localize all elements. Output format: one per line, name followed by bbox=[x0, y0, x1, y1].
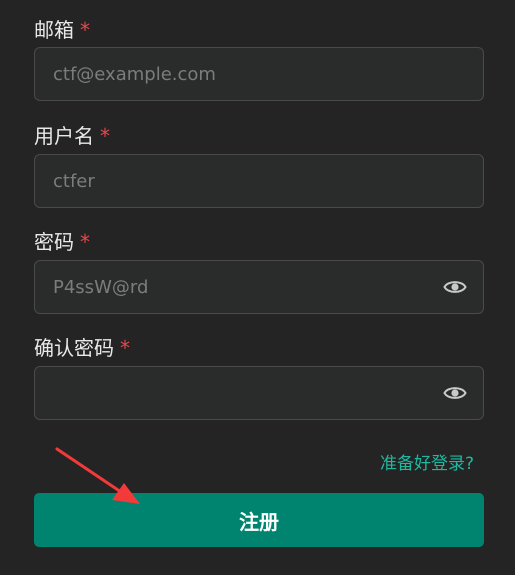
password-input-box[interactable] bbox=[34, 260, 484, 314]
register-button[interactable]: 注册 bbox=[34, 493, 484, 547]
password-label: 密码 * bbox=[34, 230, 90, 254]
eye-icon[interactable] bbox=[443, 382, 467, 404]
confirm-password-input-box[interactable] bbox=[34, 366, 484, 420]
confirm-password-label: 确认密码 * bbox=[34, 336, 130, 360]
required-mark: * bbox=[80, 230, 90, 254]
confirm-password-label-text: 确认密码 bbox=[34, 336, 114, 360]
required-mark: * bbox=[120, 336, 130, 360]
username-label: 用户名 * bbox=[34, 124, 110, 148]
password-input[interactable] bbox=[35, 261, 435, 313]
required-mark: * bbox=[100, 124, 110, 148]
username-label-text: 用户名 bbox=[34, 124, 94, 148]
password-label-text: 密码 bbox=[34, 230, 74, 254]
email-input-box[interactable] bbox=[34, 47, 484, 101]
email-input[interactable] bbox=[35, 48, 435, 100]
username-input-box[interactable] bbox=[34, 154, 484, 208]
username-input[interactable] bbox=[35, 155, 435, 207]
required-mark: * bbox=[80, 18, 90, 42]
confirm-password-input[interactable] bbox=[35, 367, 435, 419]
login-link[interactable]: 准备好登录? bbox=[380, 452, 474, 476]
email-label: 邮箱 * bbox=[34, 18, 90, 42]
eye-icon[interactable] bbox=[443, 276, 467, 298]
email-label-text: 邮箱 bbox=[34, 18, 74, 42]
